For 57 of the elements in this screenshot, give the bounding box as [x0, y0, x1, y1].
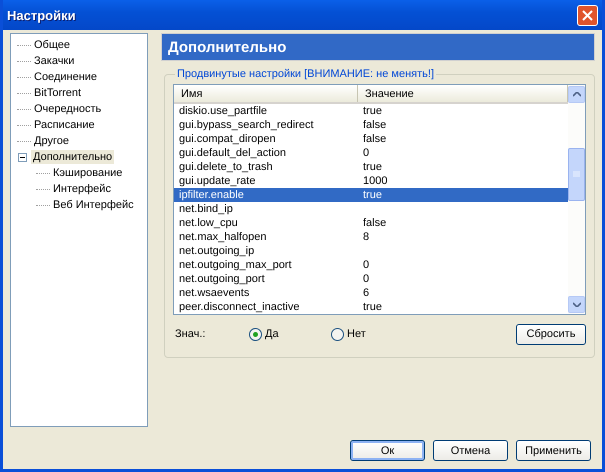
dialog-button[interactable]: Отмена — [433, 440, 508, 461]
dialog-button[interactable]: Применить — [516, 440, 591, 461]
setting-name: ipfilter.enable — [178, 189, 245, 201]
tree-item[interactable]: Дополнительно — [31, 150, 114, 164]
close-icon — [582, 10, 593, 20]
radio-option[interactable]: Да — [249, 328, 331, 340]
list-row[interactable]: ipfilter.enable true — [174, 188, 568, 202]
setting-value: true — [362, 301, 383, 313]
collapse-icon[interactable] — [18, 152, 27, 162]
setting-value: true — [362, 161, 383, 173]
setting-value: 1000 — [362, 175, 388, 187]
setting-name: gui.bypass_search_redirect — [178, 119, 315, 131]
tree-item[interactable]: Интерфейс — [51, 182, 113, 196]
tree-item[interactable]: Другое — [32, 134, 71, 148]
setting-value: true — [362, 105, 383, 117]
setting-name: net.wsaevents — [178, 287, 250, 299]
setting-name: net.outgoing_port — [178, 273, 266, 285]
tree-item[interactable]: Веб Интерфейс — [51, 198, 136, 212]
setting-value: 8 — [362, 231, 370, 243]
tree-item[interactable]: Кэширование — [51, 166, 124, 180]
group-title: Продвинутые настройки [ВНИМАНИЕ: не менять!] — [176, 68, 436, 80]
setting-name: diskio.use_partfile — [178, 105, 268, 117]
setting-value: 0 — [362, 259, 370, 271]
setting-value: 0 — [362, 147, 370, 159]
radio-option[interactable]: Нет — [331, 328, 413, 340]
setting-name: gui.compat_diropen — [178, 133, 277, 145]
setting-value: false — [362, 133, 388, 145]
setting-name: net.max_halfopen — [178, 231, 268, 243]
tree-item[interactable]: Закачки — [32, 54, 76, 68]
close-button[interactable] — [577, 4, 598, 26]
tree-item[interactable]: Расписание — [32, 118, 97, 132]
grip-icon — [573, 171, 580, 178]
setting-name: net.outgoing_max_port — [178, 259, 293, 271]
setting-value: true — [362, 189, 383, 201]
setting-name: net.low_cpu — [178, 217, 239, 229]
setting-value: false — [362, 217, 388, 229]
tree-item[interactable]: Соединение — [32, 70, 100, 84]
setting-value: 6 — [362, 287, 370, 299]
setting-value: false — [362, 119, 388, 131]
column-header[interactable]: Имя — [174, 85, 358, 102]
tree-item[interactable]: Общее — [32, 38, 72, 52]
setting-value: 0 — [362, 273, 370, 285]
value-label: Знач.: — [174, 328, 206, 340]
dialog-button[interactable]: Ок — [350, 440, 425, 461]
radio-dot-icon — [253, 332, 258, 336]
setting-name: gui.delete_to_trash — [178, 161, 274, 173]
setting-name: net.outgoing_ip — [178, 245, 256, 257]
reset-button[interactable]: Сбросить — [516, 324, 586, 344]
tree-item[interactable]: BitTorrent — [32, 86, 84, 100]
setting-name: gui.default_del_action — [178, 147, 288, 159]
setting-name: net.bind_ip — [178, 203, 234, 215]
window-title: Настройки — [7, 8, 76, 22]
setting-name: peer.disconnect_inactive — [178, 301, 300, 313]
setting-name: gui.update_rate — [178, 175, 256, 187]
scrollbar[interactable] — [568, 85, 585, 314]
page-title: Дополнительно — [161, 33, 595, 61]
tree-item[interactable]: Очередность — [32, 102, 104, 116]
